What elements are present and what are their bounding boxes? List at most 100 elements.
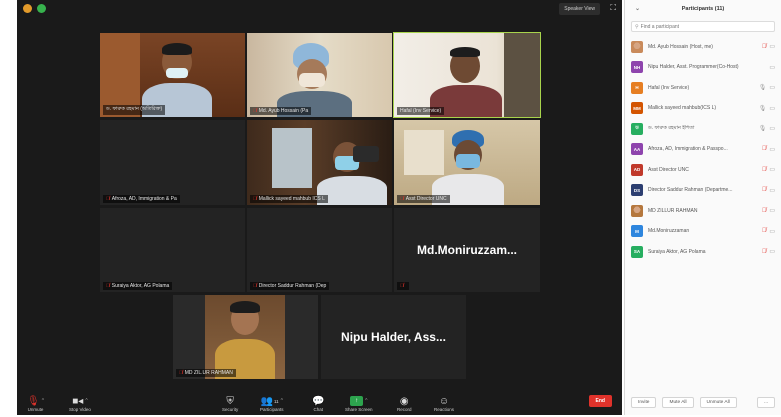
- share-screen-label: Share Screen: [345, 407, 373, 412]
- encryption-shield-icon[interactable]: [37, 4, 46, 13]
- mic-icon: 🎙: [758, 105, 767, 112]
- participant-row[interactable]: H Hafal (Inv Service) 🎙 ▭: [631, 80, 775, 95]
- participant-row[interactable]: Md. Ayub Hossain (Host, me) 🎙̸ ▭: [631, 39, 775, 54]
- video-camera-icon: ▭: [769, 228, 775, 235]
- avatar: NH: [631, 61, 643, 73]
- participant-name: Md. Ayub Hossain (Host, me): [648, 43, 713, 50]
- muted-mic-icon: 🎙̸: [106, 283, 110, 289]
- video-tile[interactable]: 🎙̸ Md. Ayub Hossain (Pa: [247, 33, 392, 117]
- participant-name: Nipu Halder, Asst. Programmer(Co-Host): [648, 64, 739, 70]
- participant-row[interactable]: DS Director Saddur Rahman (Departme... 🎙̸ ▭: [631, 183, 775, 198]
- participant-row[interactable]: SA Suraiya Aktor, AG Polama 🎙̸ ▭: [631, 244, 775, 259]
- reaction-emoji-icon: ☺: [438, 395, 450, 407]
- end-meeting-button[interactable]: End: [588, 395, 612, 407]
- chevron-up-icon[interactable]: ^: [42, 398, 44, 404]
- participant-status-icons: 🎙̸ ▭: [761, 207, 775, 215]
- muted-mic-icon: 🎙̸: [106, 196, 110, 202]
- muted-mic-icon: 🎙̸: [761, 43, 767, 50]
- video-tile[interactable]: 🎙̸ Suraiya Aktor, AG Polama: [100, 208, 245, 292]
- participant-search-input[interactable]: [640, 23, 761, 30]
- video-tile[interactable]: ড. ফারুক রহমান (অতিরিক্ত): [100, 33, 245, 117]
- video-tile[interactable]: 🎙̸ Asst Director UNC: [394, 120, 540, 205]
- avatar: [631, 40, 643, 53]
- video-tile[interactable]: Md.Moniruzzam... 🎙̸: [394, 208, 540, 292]
- participant-row[interactable]: ড ড. ফারুক রহমান ইশিতা 🎙 ▭: [631, 121, 775, 136]
- participant-display-name: Nipu Halder, Ass...: [341, 330, 446, 344]
- participant-name: Asst Director UNC: [648, 166, 689, 173]
- tile-name-label: 🎙̸ Md. Ayub Hossain (Pa: [250, 107, 312, 115]
- participant-row[interactable]: AD Asst Director UNC 🎙̸ ▭: [631, 162, 775, 177]
- chat-button[interactable]: 💬 Chat: [312, 395, 324, 413]
- search-icon: ⚲: [635, 23, 639, 30]
- share-screen-button[interactable]: ↑ ^ Share Screen: [345, 395, 373, 412]
- avatar: ড: [631, 122, 643, 135]
- tile-name-label: 🎙̸ Suraiya Aktor, AG Polama: [103, 282, 173, 290]
- stop-video-button[interactable]: ■◂ ^ Stop Video: [69, 395, 91, 413]
- participant-row[interactable]: MM Mallick sayeed mahbub(ICS L) 🎙 ▭: [631, 101, 775, 116]
- speaker-view-button[interactable]: Speaker View: [559, 3, 600, 15]
- muted-mic-icon: 🎙̸: [761, 146, 767, 152]
- chevron-down-icon[interactable]: ⌄: [635, 5, 640, 12]
- video-tile[interactable]: 🎙̸ Director Saddur Rahman (Dep: [247, 208, 392, 292]
- muted-mic-icon: 🎙̸: [761, 207, 767, 214]
- participant-row[interactable]: M Md.Moniruzzaman 🎙̸ ▭: [631, 224, 775, 239]
- video-tile-active-speaker[interactable]: Hafal (Inv Service): [393, 32, 541, 118]
- participants-button[interactable]: 👥 11 ^ Participants: [260, 395, 284, 413]
- muted-mic-icon: 🎙̸: [179, 370, 183, 376]
- meeting-toolbar: 🎙 ^ Unmute ■◂ ^ Stop Video ⛨ Security 👥 11 ^…: [17, 385, 622, 415]
- video-tile[interactable]: Nipu Halder, Ass...: [321, 295, 466, 379]
- record-button[interactable]: ◉ Record: [397, 395, 412, 413]
- muted-mic-icon: 🎙̸: [253, 283, 257, 289]
- info-icon[interactable]: [23, 4, 32, 13]
- unmute-button[interactable]: 🎙 ^ Unmute: [27, 395, 44, 413]
- muted-mic-icon: 🎙̸: [253, 196, 257, 202]
- avatar: SA: [631, 245, 643, 258]
- invite-button[interactable]: Invite: [631, 396, 657, 408]
- participant-row[interactable]: AA Afroza, AD, Immigration & Passpo... 🎙̸ ▭: [631, 142, 775, 157]
- avatar: M: [631, 225, 643, 237]
- mic-icon: 🎙: [758, 126, 767, 132]
- participant-search[interactable]: ⚲: [631, 21, 775, 32]
- video-camera-icon: ▭: [769, 146, 775, 153]
- avatar: AD: [631, 163, 643, 176]
- participant-name: Suraiya Aktor, AG Polama: [648, 248, 706, 255]
- avatar: DS: [631, 184, 643, 196]
- tile-name-label: 🎙̸ Asst Director UNC: [397, 195, 450, 203]
- mute-all-button[interactable]: Mute All: [662, 396, 694, 408]
- fullscreen-icon[interactable]: ⛶: [610, 4, 616, 12]
- shield-icon: ⛨: [226, 395, 234, 407]
- security-label: Security: [222, 407, 239, 412]
- participant-status-icons: 🎙 ▭: [759, 125, 775, 132]
- muted-mic-icon: 🎙̸: [400, 283, 404, 289]
- video-tile[interactable]: 🎙̸ Afroza, AD, Immigration & Pa: [100, 120, 245, 205]
- muted-mic-icon: 🎙̸: [400, 196, 404, 202]
- avatar: MM: [631, 102, 643, 114]
- participant-status-icons: 🎙̸ ▭: [761, 166, 775, 174]
- muted-mic-icon: 🎙̸: [761, 248, 767, 255]
- chevron-up-icon[interactable]: ^: [85, 398, 87, 404]
- unmute-label: Unmute: [27, 407, 44, 412]
- chevron-up-icon[interactable]: ^: [365, 398, 367, 404]
- participant-display-name: Md.Moniruzzam...: [417, 243, 517, 257]
- reactions-button[interactable]: ☺ Reactions: [434, 395, 454, 413]
- security-button[interactable]: ⛨ Security: [222, 395, 239, 413]
- video-tile[interactable]: 🎙̸ Mallick sayeed mahbub ICS L: [247, 120, 392, 205]
- video-tile[interactable]: 🎙̸ MD ZIL.UR RAHMAN: [173, 295, 318, 379]
- more-options-button[interactable]: ...: [757, 396, 775, 408]
- stop-video-label: Stop Video: [69, 407, 91, 412]
- chevron-up-icon[interactable]: ^: [281, 398, 283, 404]
- video-camera-icon: ▭: [769, 64, 775, 71]
- muted-microphone-icon: 🎙: [27, 395, 40, 407]
- unmute-all-button[interactable]: Unmute All: [699, 396, 737, 408]
- avatar: AA: [631, 143, 643, 155]
- video-camera-icon: ■◂: [72, 395, 84, 407]
- participant-status-icons: 🎙 ▭: [759, 84, 775, 91]
- video-camera-icon: ▭: [769, 208, 775, 214]
- video-camera-icon: ▭: [769, 167, 775, 173]
- participant-status-icons: ▭: [769, 64, 775, 71]
- video-camera-icon: ▭: [769, 44, 775, 50]
- participant-name: ড. ফারুক রহমান ইশিতা: [648, 124, 695, 131]
- muted-mic-icon: 🎙̸: [761, 166, 767, 173]
- participant-row[interactable]: NH Nipu Halder, Asst. Programmer(Co-Host)…: [631, 60, 775, 75]
- participant-row[interactable]: MD ZILLUR RAHMAN 🎙̸ ▭: [631, 203, 775, 218]
